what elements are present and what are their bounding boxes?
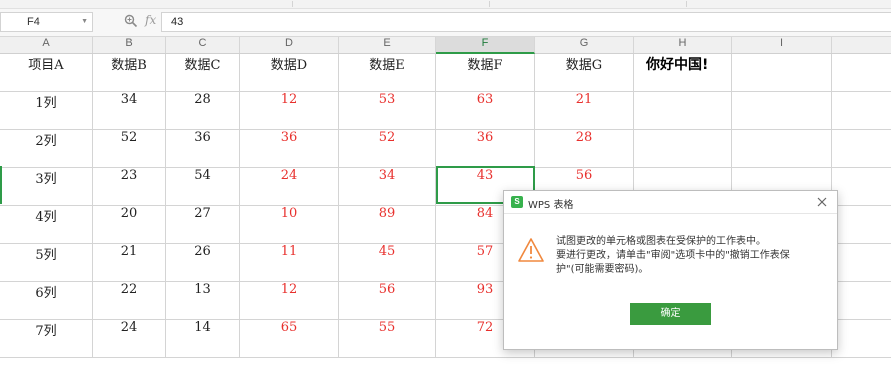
table-cell[interactable] bbox=[634, 130, 732, 167]
warning-icon bbox=[518, 238, 544, 262]
active-row-indicator bbox=[0, 166, 2, 204]
table-cell[interactable]: 45 bbox=[339, 244, 436, 281]
header-cell[interactable]: 数据D bbox=[240, 54, 339, 91]
dialog-message-line: 要进行更改，请单击"审阅"选项卡中的"撤销工作表保 bbox=[556, 250, 790, 261]
table-cell[interactable]: 7列 bbox=[0, 320, 93, 357]
table-cell[interactable]: 12 bbox=[240, 92, 339, 129]
table-cell[interactable]: 11 bbox=[240, 244, 339, 281]
header-cell[interactable]: 数据C bbox=[166, 54, 240, 91]
table-cell[interactable]: 89 bbox=[339, 206, 436, 243]
formula-bar: F4 ▼ fx 43 bbox=[0, 9, 891, 37]
column-header-g[interactable]: G bbox=[535, 37, 634, 53]
header-cell[interactable]: 数据B bbox=[93, 54, 166, 91]
column-header-b[interactable]: B bbox=[93, 37, 166, 53]
table-cell[interactable] bbox=[732, 92, 832, 129]
table-cell[interactable]: 56 bbox=[339, 282, 436, 319]
dialog-message: 试图更改的单元格或图表在受保护的工作表中。 要进行更改，请单击"审阅"选项卡中的… bbox=[556, 235, 831, 277]
table-cell[interactable]: 6列 bbox=[0, 282, 93, 319]
table-cell[interactable]: 12 bbox=[240, 282, 339, 319]
table-row: 2列 52 36 36 52 36 28 bbox=[0, 130, 891, 168]
table-cell[interactable]: 24 bbox=[93, 320, 166, 357]
table-cell[interactable]: 36 bbox=[240, 130, 339, 167]
column-header-c[interactable]: C bbox=[166, 37, 240, 53]
header-cell[interactable]: 你好中国! bbox=[634, 54, 732, 91]
fx-icon[interactable]: fx bbox=[145, 13, 156, 27]
table-cell[interactable]: 65 bbox=[240, 320, 339, 357]
table-cell[interactable]: 52 bbox=[339, 130, 436, 167]
header-cell[interactable]: 数据F bbox=[436, 54, 535, 91]
ok-button[interactable]: 确定 bbox=[630, 303, 711, 325]
table-row: 1列 34 28 12 53 63 21 bbox=[0, 92, 891, 130]
table-cell[interactable]: 53 bbox=[339, 92, 436, 129]
column-header: ABCDEFGHI bbox=[0, 37, 891, 54]
table-cell[interactable]: 13 bbox=[166, 282, 240, 319]
protection-alert-dialog: S WPS 表格 试图更改的单元格或图表在受保护的工作表中。 要进行更改，请单击… bbox=[503, 190, 838, 350]
table-cell[interactable]: 10 bbox=[240, 206, 339, 243]
zoom-icon[interactable] bbox=[124, 14, 138, 28]
column-header-h[interactable]: H bbox=[634, 37, 732, 53]
strip-separator bbox=[292, 1, 293, 7]
dialog-message-line: 护"(可能需要密码)。 bbox=[556, 264, 649, 275]
table-cell[interactable]: 23 bbox=[93, 168, 166, 205]
column-header-a[interactable]: A bbox=[0, 37, 93, 53]
table-cell[interactable] bbox=[634, 92, 732, 129]
table-cell[interactable]: 26 bbox=[166, 244, 240, 281]
table-cell[interactable]: 63 bbox=[436, 92, 535, 129]
header-cell[interactable]: 数据G bbox=[535, 54, 634, 91]
strip-separator bbox=[686, 1, 687, 7]
table-cell[interactable]: 54 bbox=[166, 168, 240, 205]
column-header-f[interactable]: F bbox=[436, 37, 535, 54]
strip-separator bbox=[489, 1, 490, 7]
table-cell[interactable]: 4列 bbox=[0, 206, 93, 243]
table-cell[interactable]: 2列 bbox=[0, 130, 93, 167]
table-cell[interactable]: 24 bbox=[240, 168, 339, 205]
chevron-down-icon[interactable]: ▼ bbox=[81, 13, 88, 31]
name-box-value: F4 bbox=[27, 16, 40, 28]
wps-logo-icon: S bbox=[511, 196, 523, 208]
table-cell[interactable] bbox=[732, 130, 832, 167]
table-cell[interactable]: 28 bbox=[166, 92, 240, 129]
table-cell[interactable]: 27 bbox=[166, 206, 240, 243]
formula-input[interactable]: 43 bbox=[161, 12, 891, 32]
table-cell[interactable]: 1列 bbox=[0, 92, 93, 129]
header-row: 项目A 数据B 数据C 数据D 数据E 数据F 数据G 你好中国! bbox=[0, 54, 891, 92]
top-strip bbox=[0, 0, 891, 9]
table-cell[interactable]: 55 bbox=[339, 320, 436, 357]
table-cell[interactable]: 3列 bbox=[0, 168, 93, 205]
table-cell[interactable]: 21 bbox=[93, 244, 166, 281]
table-cell[interactable]: 20 bbox=[93, 206, 166, 243]
table-cell[interactable]: 36 bbox=[166, 130, 240, 167]
table-cell[interactable]: 34 bbox=[93, 92, 166, 129]
table-cell[interactable]: 34 bbox=[339, 168, 436, 205]
table-cell[interactable]: 14 bbox=[166, 320, 240, 357]
column-header-e[interactable]: E bbox=[339, 37, 436, 53]
close-icon[interactable] bbox=[814, 194, 830, 210]
table-cell[interactable]: 52 bbox=[93, 130, 166, 167]
header-cell[interactable]: 数据E bbox=[339, 54, 436, 91]
header-cell[interactable] bbox=[732, 54, 832, 91]
column-header-i[interactable]: I bbox=[732, 37, 832, 53]
table-cell[interactable]: 21 bbox=[535, 92, 634, 129]
table-cell[interactable]: 22 bbox=[93, 282, 166, 319]
dialog-titlebar: S WPS 表格 bbox=[504, 191, 837, 214]
name-box[interactable]: F4 ▼ bbox=[0, 12, 93, 32]
dialog-message-line: 试图更改的单元格或图表在受保护的工作表中。 bbox=[556, 236, 766, 247]
table-cell[interactable]: 36 bbox=[436, 130, 535, 167]
column-header-d[interactable]: D bbox=[240, 37, 339, 53]
header-cell[interactable]: 项目A bbox=[0, 54, 93, 91]
dialog-title: WPS 表格 bbox=[528, 200, 574, 211]
table-cell[interactable]: 5列 bbox=[0, 244, 93, 281]
table-cell[interactable]: 28 bbox=[535, 130, 634, 167]
